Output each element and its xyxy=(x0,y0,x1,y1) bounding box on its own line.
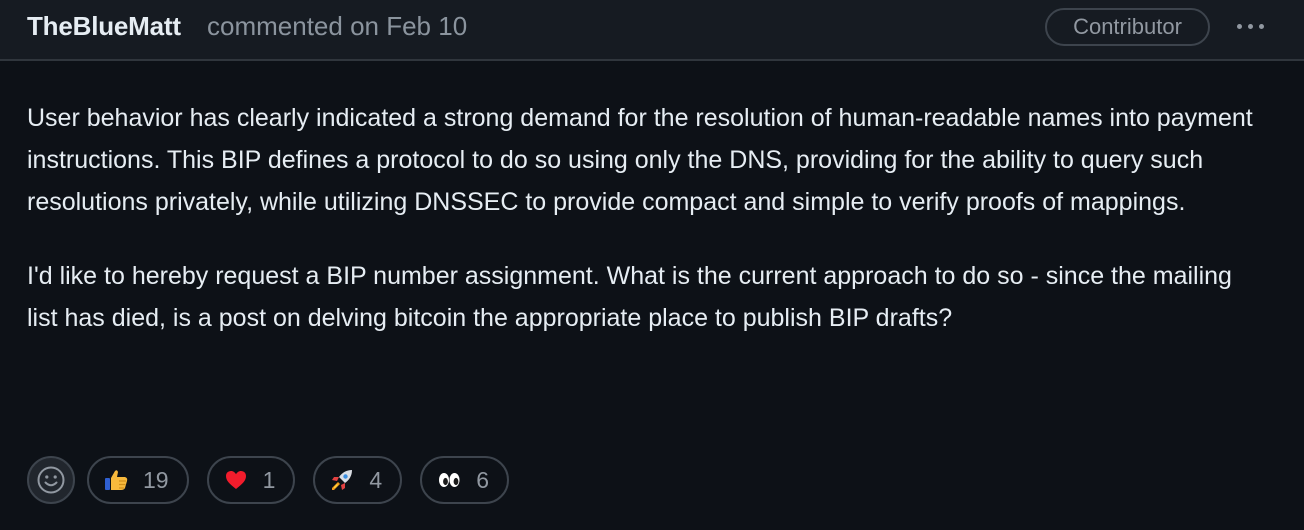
reaction-count: 19 xyxy=(143,466,169,493)
heart-icon xyxy=(223,467,249,493)
reaction-count: 4 xyxy=(369,466,383,493)
rocket-icon xyxy=(329,467,355,493)
kebab-dot xyxy=(1258,23,1264,29)
reaction-rocket[interactable]: 4 xyxy=(313,456,403,504)
thumbs-up-icon xyxy=(103,467,129,493)
contributor-badge: Contributor xyxy=(1045,8,1210,46)
reactions-bar: 19 1 4 6 xyxy=(27,456,509,506)
eyes-icon xyxy=(436,467,462,493)
comment-paragraph: I'd like to hereby request a BIP number … xyxy=(27,262,1232,332)
author-link[interactable]: TheBlueMatt xyxy=(27,10,181,42)
kebab-dot xyxy=(1247,23,1253,29)
reaction-count: 6 xyxy=(476,466,489,493)
reaction-heart[interactable]: 1 xyxy=(206,456,296,504)
comment-timestamp[interactable]: commented on Feb 10 xyxy=(207,10,467,42)
reaction-count: 1 xyxy=(262,466,276,493)
add-reaction-button[interactable] xyxy=(27,456,75,504)
reaction-thumbs-up[interactable]: 19 xyxy=(87,456,189,504)
smiley-icon xyxy=(37,466,65,494)
reaction-eyes[interactable]: 6 xyxy=(420,456,509,504)
issue-comment: TheBlueMatt commented on Feb 10 Contribu… xyxy=(0,0,1304,530)
kebab-horizontal-icon xyxy=(1236,23,1242,29)
comment-header: TheBlueMatt commented on Feb 10 Contribu… xyxy=(0,0,1304,61)
comment-paragraph: User behavior has clearly indicated a st… xyxy=(27,104,1253,216)
comment-body: User behavior has clearly indicated a st… xyxy=(27,97,1267,371)
more-options-button[interactable] xyxy=(1228,12,1272,40)
